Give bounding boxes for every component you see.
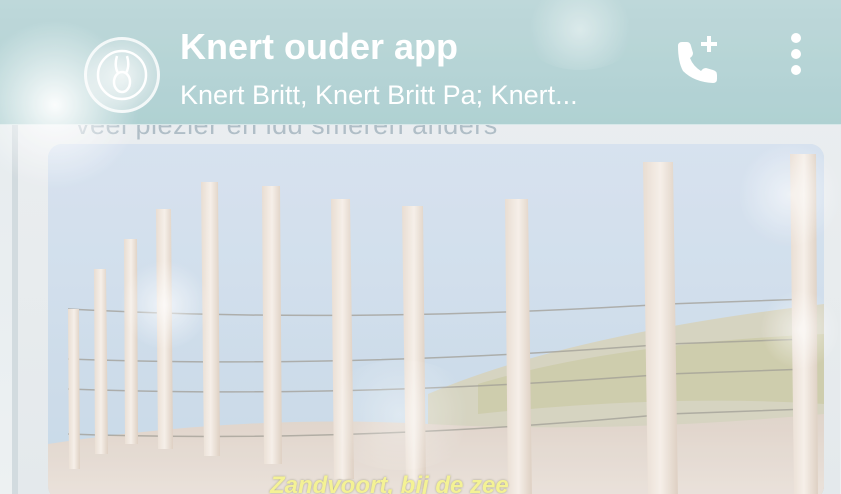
overflow-menu-button[interactable] <box>780 30 812 80</box>
image-caption: Zandvoort, bij de zee <box>270 472 509 494</box>
beach-fence-photo <box>48 144 824 494</box>
chat-screen: veel plezier en ldd smeren anders Zandvo… <box>0 0 841 494</box>
add-call-icon <box>678 36 717 83</box>
bunny-logo-icon <box>96 49 148 101</box>
more-vert-icon <box>791 33 801 75</box>
image-message[interactable] <box>48 144 824 494</box>
chat-participants[interactable]: Knert Britt, Knert Britt Pa; Knert... <box>180 80 578 111</box>
add-call-button[interactable] <box>668 30 724 86</box>
app-bar: Knert ouder app Knert Britt, Knert Britt… <box>0 0 841 125</box>
chat-title[interactable]: Knert ouder app <box>180 26 458 68</box>
phone-bezel <box>12 100 18 494</box>
group-avatar[interactable] <box>84 37 160 113</box>
